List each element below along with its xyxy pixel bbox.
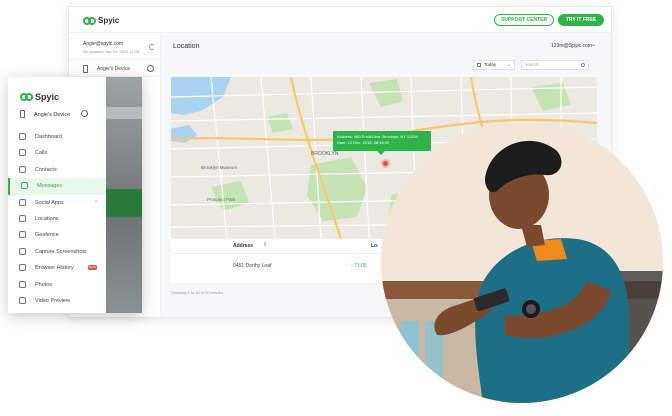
chevron-down-icon[interactable] bbox=[81, 110, 88, 117]
contacts-icon bbox=[19, 165, 26, 173]
sidebar-item-label: Contacts bbox=[35, 166, 57, 173]
video-icon bbox=[19, 296, 26, 304]
sidebar-item-photos[interactable]: Photos bbox=[8, 277, 106, 293]
spyic-logo-icon bbox=[20, 93, 33, 101]
social-apps-icon bbox=[19, 198, 26, 206]
phone-icon bbox=[83, 65, 88, 73]
device-name: Angie's Device bbox=[34, 112, 71, 118]
user-email[interactable]: 123re@Spyic.com bbox=[551, 43, 592, 49]
sidebar-menu: Dashboard Calls Contacts Messages Social App… bbox=[8, 129, 106, 309]
sidebar-item-label: Photos bbox=[35, 281, 53, 288]
map-label-park: Prospect Park bbox=[207, 197, 236, 202]
sidebar-item-label: Messages bbox=[37, 183, 63, 190]
sidebar-item-label: Geofence bbox=[35, 232, 59, 239]
brand-name: Spyic bbox=[98, 16, 120, 25]
sidebar-item-video-preview[interactable]: Video Preview bbox=[8, 293, 106, 309]
device-name: Angie's Device bbox=[97, 66, 130, 72]
brand-logo[interactable]: Spyic bbox=[20, 92, 59, 102]
try-it-free-button[interactable]: TRY IT FREE bbox=[558, 14, 604, 26]
hero-photo bbox=[381, 121, 663, 403]
map-label-museum: Brooklyn Museum bbox=[201, 165, 237, 170]
dashboard-icon bbox=[19, 133, 26, 140]
promo-composite: Spyic SUPPORT CENTER TRY IT FREE Angie@s… bbox=[0, 0, 672, 416]
table-cell-value: - 71.05 bbox=[351, 263, 367, 269]
tooltip-date: Date: 12 Dec. 2018, 08:48:00 bbox=[337, 140, 390, 145]
entries-count: Showing 1 to 10 of 50 entries bbox=[171, 290, 223, 295]
location-tooltip: Address: 469 Euclid Ave, Brooklyn, NY 11… bbox=[333, 131, 431, 155]
device-selector[interactable]: Angie's Device bbox=[69, 59, 161, 77]
sync-icon[interactable] bbox=[149, 44, 155, 50]
new-badge: NEW bbox=[88, 265, 97, 271]
sidebar-item-label: Capture Screenshots bbox=[35, 248, 87, 255]
sidebar-item-locations[interactable]: Locations bbox=[8, 211, 106, 227]
browser-history-icon bbox=[19, 264, 26, 272]
location-pin-icon bbox=[19, 214, 26, 222]
mobile-device-selector[interactable]: Angie's Device bbox=[8, 107, 106, 123]
message-icon bbox=[21, 182, 28, 190]
sidebar-item-label: Dashboard bbox=[35, 134, 62, 140]
support-center-button[interactable]: SUPPORT CENTER bbox=[494, 14, 554, 26]
person-with-smartphone-illustration bbox=[381, 121, 663, 403]
chevron-right-icon: › bbox=[95, 198, 97, 205]
page-title: Location bbox=[173, 43, 200, 50]
last-updated-text: Be updated: Apr 10, 2019 11:28 bbox=[83, 49, 140, 54]
sidebar-item-label: Locations bbox=[35, 215, 59, 222]
sidebar-item-messages[interactable]: Messages bbox=[8, 178, 106, 195]
sidebar-item-geofence[interactable]: Geofence bbox=[8, 227, 106, 243]
column-header-address[interactable]: Address bbox=[233, 243, 253, 249]
calendar-icon bbox=[477, 63, 481, 67]
sidebar-item-calls[interactable]: Calls bbox=[8, 145, 106, 161]
sidebar-item-label: Browser History bbox=[35, 265, 74, 272]
sidebar-item-label: Calls bbox=[35, 150, 48, 157]
top-bar: Spyic SUPPORT CENTER TRY IT FREE bbox=[69, 7, 611, 33]
chevron-down-icon[interactable]: ⌄ bbox=[591, 41, 596, 48]
location-pin-icon[interactable] bbox=[381, 159, 390, 168]
sidebar-item-social-apps[interactable]: Social Apps › bbox=[8, 195, 106, 211]
geofence-icon bbox=[19, 231, 26, 239]
date-filter-value: Today bbox=[484, 62, 497, 67]
sidebar-item-browser-history[interactable]: Browser History NEW bbox=[8, 260, 106, 276]
table-cell-address: 0461 Dorthy Loaf bbox=[233, 263, 272, 269]
chevron-down-icon: ⌄ bbox=[506, 62, 511, 68]
search-placeholder: search bbox=[525, 62, 539, 67]
spyic-logo-icon bbox=[83, 16, 96, 25]
brand-name: Spyic bbox=[35, 92, 60, 102]
phone-icon bbox=[19, 149, 26, 157]
dimmed-backdrop bbox=[106, 107, 142, 119]
brand-logo[interactable]: Spyic bbox=[83, 16, 119, 25]
dimmed-backdrop bbox=[106, 189, 142, 217]
map-label-brooklyn: BROOKLYN bbox=[311, 151, 339, 157]
sidebar-item-label: Social Apps bbox=[35, 199, 64, 206]
date-filter-select[interactable]: Today ⌄ bbox=[473, 60, 515, 70]
gear-icon[interactable] bbox=[147, 65, 154, 72]
column-header-location[interactable]: Lo bbox=[371, 243, 377, 249]
sidebar-item-contacts[interactable]: Contacts bbox=[8, 162, 106, 178]
phone-icon bbox=[20, 110, 25, 118]
mobile-sidebar-panel: 58 % Spyic Angie's Device DashboardCalls… bbox=[8, 77, 142, 313]
sidebar-item-capture-screenshots[interactable]: Capture Screenshots bbox=[8, 244, 106, 260]
account-email: Angie@spyic.com bbox=[83, 41, 124, 47]
sidebar-item-label: Video Preview bbox=[35, 297, 71, 304]
search-icon bbox=[581, 63, 585, 67]
sort-icon[interactable]: ⇕ bbox=[263, 242, 267, 248]
photos-icon bbox=[19, 280, 26, 288]
sidebar-item-dashboard[interactable]: Dashboard bbox=[8, 129, 106, 145]
screenshot-icon bbox=[19, 247, 26, 255]
search-input[interactable]: search bbox=[521, 60, 589, 70]
